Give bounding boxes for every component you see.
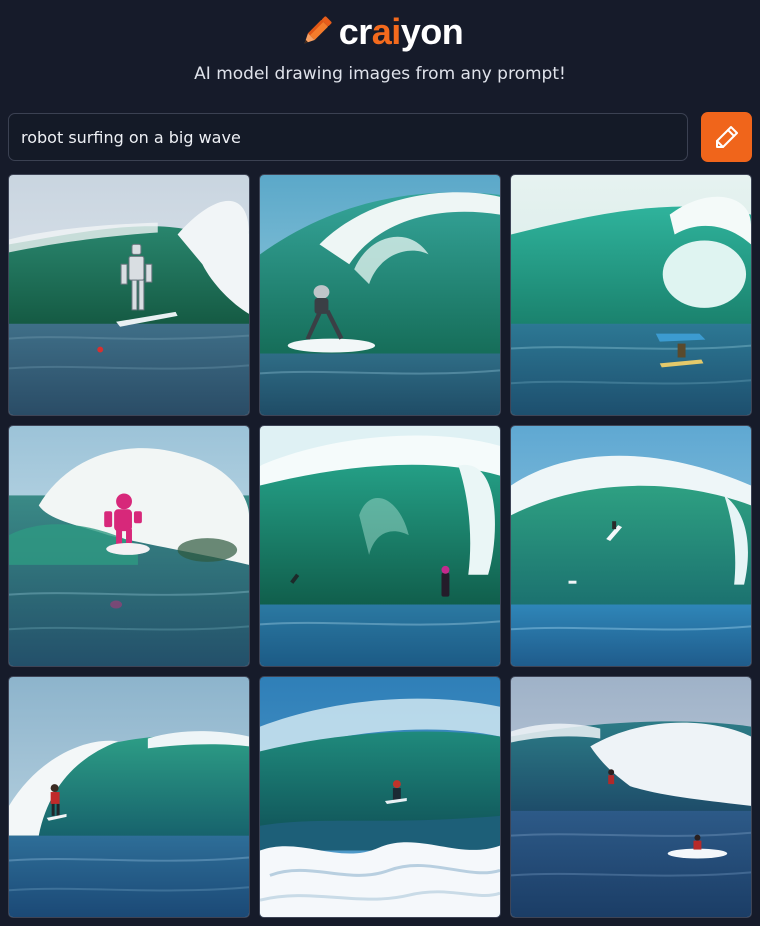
- result-image-2[interactable]: [259, 174, 501, 416]
- result-image-9[interactable]: [510, 676, 752, 918]
- result-image-1[interactable]: [8, 174, 250, 416]
- pencil-icon: [304, 16, 332, 44]
- result-image-3[interactable]: [510, 174, 752, 416]
- surf-image: [511, 677, 751, 917]
- result-image-6[interactable]: [510, 425, 752, 667]
- surf-image: [9, 175, 249, 415]
- surf-image: [9, 677, 249, 917]
- results-grid: [8, 174, 752, 918]
- surf-image: [511, 175, 751, 415]
- craiyon-logo[interactable]: craiyon: [0, 10, 760, 54]
- logo-text-end: yon: [400, 11, 464, 52]
- logo-text-accent: ai: [371, 11, 402, 52]
- result-image-7[interactable]: [8, 676, 250, 918]
- app-header: craiyon AI model drawing images from any…: [0, 0, 760, 100]
- prompt-input[interactable]: [8, 113, 688, 161]
- result-image-8[interactable]: [259, 676, 501, 918]
- surf-image: [260, 426, 500, 666]
- tagline: AI model drawing images from any prompt!: [194, 64, 566, 84]
- pencil-icon: [715, 126, 738, 148]
- draw-button[interactable]: [701, 112, 752, 162]
- surf-image: [511, 426, 751, 666]
- surf-image: [9, 426, 249, 666]
- result-image-4[interactable]: [8, 425, 250, 667]
- logo-wordmark: craiyon: [339, 10, 464, 54]
- result-image-5[interactable]: [259, 425, 501, 667]
- logo-text-start: cr: [338, 11, 373, 52]
- surf-image: [260, 677, 500, 917]
- surf-image: [260, 175, 500, 415]
